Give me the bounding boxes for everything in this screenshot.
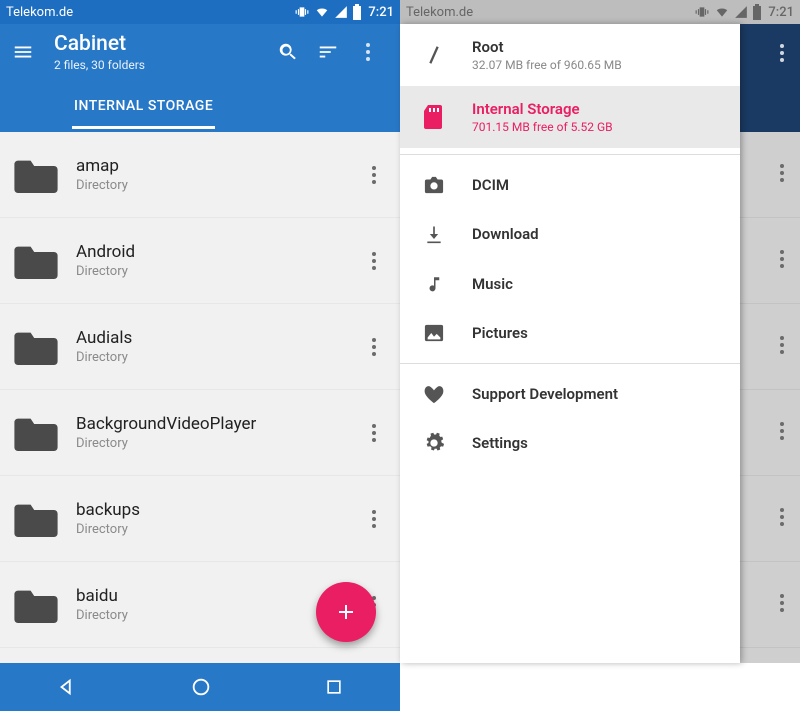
drawer-item-support-development[interactable]: Support Development	[400, 370, 740, 418]
divider	[400, 154, 740, 155]
wifi-icon	[714, 5, 730, 19]
folder-name: Android	[76, 242, 362, 262]
folder-row[interactable]: Audials Directory	[0, 304, 400, 390]
row-overflow-icon[interactable]	[362, 424, 386, 442]
drawer-item-label: Root	[472, 38, 720, 56]
drawer-item-dcim[interactable]: DCIM	[400, 161, 740, 209]
nav-recents-icon[interactable]	[324, 677, 344, 697]
folder-row[interactable]: Android Directory	[0, 218, 400, 304]
drawer-item-subtitle: 701.15 MB free of 5.52 GB	[472, 120, 720, 134]
row-overflow-icon[interactable]	[362, 338, 386, 356]
row-overflow-icon[interactable]	[780, 594, 784, 612]
folder-row[interactable]: backups Directory	[0, 476, 400, 562]
drawer-item-label: Settings	[472, 434, 720, 452]
hamburger-icon[interactable]	[12, 41, 34, 63]
drawer-item-pictures[interactable]: Pictures	[400, 309, 740, 357]
vibrate-icon	[694, 5, 710, 19]
nav-back-icon[interactable]	[56, 676, 78, 698]
carrier-label: Telekom.de	[6, 5, 73, 20]
folder-kind: Directory	[76, 178, 362, 193]
drawer-item-subtitle: 32.07 MB free of 960.65 MB	[472, 58, 720, 72]
overflow-menu-icon[interactable]	[348, 43, 388, 61]
gear-icon	[420, 432, 448, 454]
folder-name: Audials	[76, 328, 362, 348]
clock-label: 7:21	[368, 5, 394, 20]
download-icon	[420, 223, 448, 245]
drawer-item-label: DCIM	[472, 176, 720, 194]
drawer-item-music[interactable]: Music	[400, 259, 740, 309]
folder-icon	[14, 501, 58, 537]
folder-kind: Directory	[76, 436, 362, 451]
row-overflow-icon[interactable]	[362, 252, 386, 270]
search-icon[interactable]	[268, 41, 308, 63]
camera-icon	[420, 175, 448, 195]
folder-kind: Directory	[76, 522, 362, 537]
appbar: Cabinet 2 files, 30 folders INTERNAL STO…	[0, 24, 400, 132]
tab-internal-storage[interactable]: INTERNAL STORAGE	[72, 84, 215, 129]
statusbar: Telekom.de 7:21	[400, 0, 800, 24]
sort-icon[interactable]	[308, 41, 348, 63]
battery-icon	[752, 4, 762, 20]
folder-icon	[14, 587, 58, 623]
folder-icon	[14, 243, 58, 279]
drawer-item-settings[interactable]: Settings	[400, 418, 740, 468]
app-subtitle: 2 files, 30 folders	[54, 58, 268, 72]
folder-row[interactable]: BackgroundVideoPlayer Directory	[0, 390, 400, 476]
row-overflow-icon[interactable]	[362, 166, 386, 184]
folder-row[interactable]: amap Directory	[0, 132, 400, 218]
row-overflow-icon[interactable]	[780, 336, 784, 354]
folder-kind: Directory	[76, 350, 362, 365]
app-title: Cabinet	[54, 32, 268, 56]
folder-name: backups	[76, 500, 362, 520]
wifi-icon	[314, 5, 330, 19]
drawer-item-label: Music	[472, 275, 720, 293]
drawer-item-label: Download	[472, 225, 720, 243]
divider	[400, 363, 740, 364]
music-icon	[420, 273, 448, 295]
drawer-item-label: Pictures	[472, 324, 720, 342]
nav-home-icon[interactable]	[190, 676, 212, 698]
folder-name: amap	[76, 156, 362, 176]
screen-file-list: Telekom.de 7:21 Cabinet	[0, 0, 400, 711]
heart-icon	[420, 384, 448, 404]
drawer-item-internal-storage[interactable]: Internal Storage 701.15 MB free of 5.52 G…	[400, 86, 740, 148]
folder-icon	[14, 329, 58, 365]
nav-drawer: Root 32.07 MB free of 960.65 MB Internal S…	[400, 24, 740, 663]
folder-kind: Directory	[76, 264, 362, 279]
android-navbar	[0, 663, 400, 711]
row-overflow-icon[interactable]	[780, 164, 784, 182]
vibrate-icon	[294, 5, 310, 19]
overflow-menu-icon[interactable]	[780, 44, 784, 62]
row-overflow-icon[interactable]	[362, 510, 386, 528]
drawer-item-label: Internal Storage	[472, 100, 720, 118]
drawer-item-root[interactable]: Root 32.07 MB free of 960.65 MB	[400, 24, 740, 86]
signal-icon	[334, 5, 348, 19]
folder-name: BackgroundVideoPlayer	[76, 414, 362, 434]
clock-label: 7:21	[768, 5, 794, 20]
row-overflow-icon[interactable]	[780, 422, 784, 440]
signal-icon	[734, 5, 748, 19]
statusbar: Telekom.de 7:21	[0, 0, 400, 24]
row-overflow-icon[interactable]	[780, 250, 784, 268]
folder-icon	[14, 157, 58, 193]
slash-icon	[420, 44, 448, 66]
fab-add-button[interactable]	[316, 582, 376, 642]
drawer-item-label: Support Development	[472, 385, 720, 403]
sdcard-icon	[420, 105, 448, 129]
image-icon	[420, 323, 448, 343]
folder-icon	[14, 415, 58, 451]
row-overflow-icon[interactable]	[780, 508, 784, 526]
carrier-label: Telekom.de	[406, 5, 473, 20]
drawer-item-download[interactable]: Download	[400, 209, 740, 259]
battery-icon	[352, 4, 362, 20]
